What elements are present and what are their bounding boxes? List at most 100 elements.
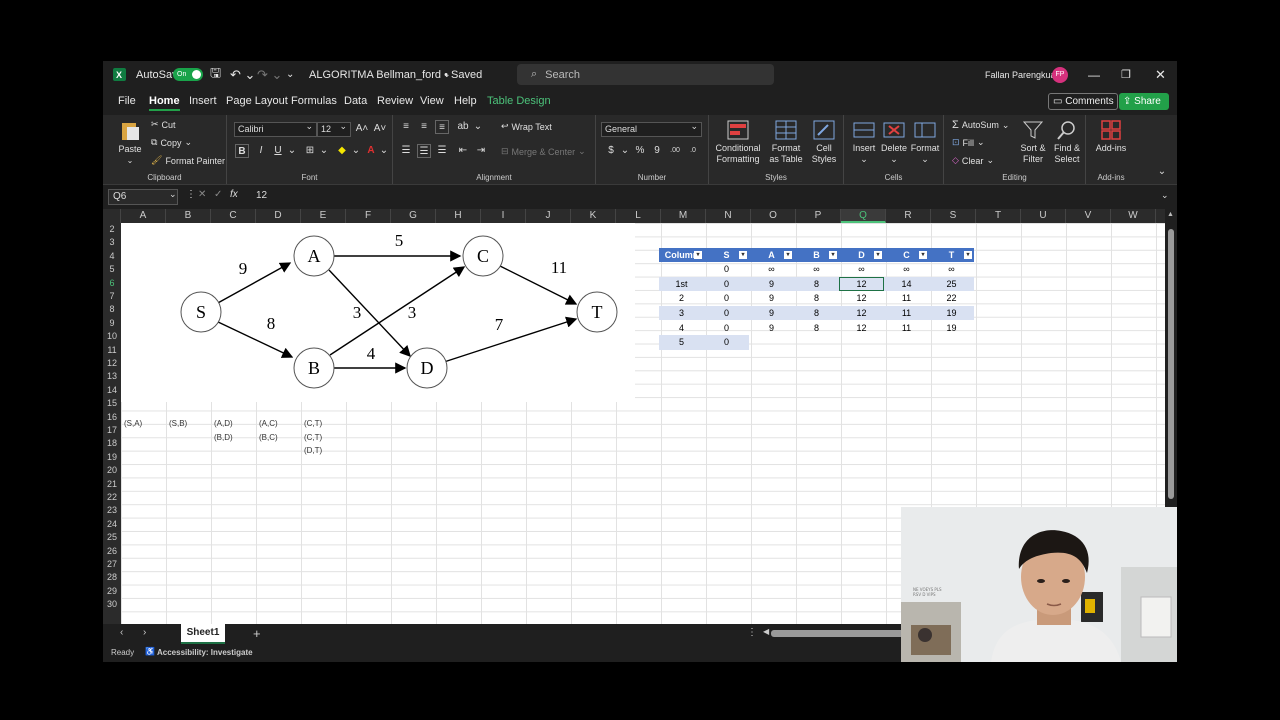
vertical-scroll-thumb[interactable] (1168, 229, 1174, 499)
row-header-24[interactable]: 24 (103, 518, 121, 531)
align-top-icon[interactable]: ≡ (399, 120, 413, 134)
table-cell[interactable]: 2 (659, 291, 704, 306)
table-cell[interactable]: 11 (884, 305, 929, 321)
add-sheet-button[interactable]: + (253, 626, 261, 641)
borders-dropdown-icon[interactable]: ⌄ (317, 144, 331, 158)
row-header-7[interactable]: 7 (103, 290, 121, 303)
copy-button[interactable]: ⧉ Copy ⌄ (151, 137, 192, 148)
align-middle-icon[interactable]: ≡ (417, 120, 431, 134)
autosave-toggle[interactable]: On (173, 68, 203, 81)
insert-cells-button[interactable]: Insert ⌄ (850, 120, 878, 165)
table-cell[interactable]: ∞ (929, 262, 974, 277)
table-cell[interactable]: 9 (749, 320, 794, 335)
cut-button[interactable]: ✂ Cut (151, 119, 176, 130)
table-cell[interactable]: ∞ (749, 262, 794, 277)
table-cell[interactable]: 11 (884, 291, 929, 306)
row-header-19[interactable]: 19 (103, 451, 121, 464)
select-all-corner[interactable] (103, 209, 121, 223)
comma-button[interactable]: 9 (650, 144, 664, 158)
row-header-16[interactable]: 16 (103, 411, 121, 424)
row-header-18[interactable]: 18 (103, 437, 121, 450)
table-cell[interactable]: 0 (704, 276, 749, 292)
fill-button[interactable]: ⊡ Fill ⌄ (952, 137, 985, 148)
name-box-dropdown-icon[interactable]: ⌄ (169, 189, 177, 200)
comments-button[interactable]: ▭ Comments (1048, 93, 1118, 110)
column-header-n[interactable]: N (706, 209, 751, 223)
increase-font-icon[interactable]: A˄ (355, 122, 369, 136)
table-cell[interactable]: 12 (839, 291, 884, 306)
edge-list-c2[interactable]: (B,D) (214, 433, 233, 442)
column-header-c[interactable]: C (211, 209, 256, 223)
search-input[interactable]: ⌕ Search (517, 64, 774, 85)
format-painter-button[interactable]: 🖌 Format Painter (151, 155, 225, 166)
font-color-dropdown-icon[interactable]: ⌄ (377, 144, 391, 158)
table-cell[interactable] (839, 335, 884, 350)
edge-list-c1[interactable]: (A,D) (214, 419, 233, 428)
font-family-select[interactable]: Calibri (234, 120, 317, 137)
tab-table-design[interactable]: Table Design (487, 95, 551, 107)
column-header-h[interactable]: H (436, 209, 481, 223)
avatar[interactable]: FP (1052, 66, 1068, 83)
insert-function-icon[interactable]: fx (230, 189, 238, 200)
wrap-text-button[interactable]: ↩ Wrap Text (501, 121, 552, 132)
column-header-u[interactable]: U (1021, 209, 1066, 223)
edge-list-d1[interactable]: (A,C) (259, 419, 278, 428)
orientation-icon[interactable]: ab (456, 120, 470, 134)
table-header-c[interactable]: C ▾ (884, 248, 929, 262)
minimize-icon[interactable]: — (1088, 61, 1100, 88)
row-header-27[interactable]: 27 (103, 558, 121, 571)
tab-home[interactable]: Home (149, 95, 180, 111)
table-header-b[interactable]: B ▾ (794, 248, 839, 262)
table-cell[interactable]: 12 (839, 276, 884, 292)
row-header-5[interactable]: 5 (103, 263, 121, 276)
accessibility-status[interactable]: Accessibility: Investigate (157, 648, 253, 657)
increase-indent-icon[interactable]: ⇥ (474, 144, 488, 158)
align-right-icon[interactable]: ☰ (435, 144, 449, 158)
row-header-3[interactable]: 3 (103, 236, 121, 249)
number-format-select[interactable]: General (601, 120, 702, 137)
name-box[interactable]: Q6 (108, 189, 178, 205)
row-header-25[interactable]: 25 (103, 531, 121, 544)
increase-decimal-icon[interactable]: .00 (668, 144, 682, 158)
font-size-select[interactable]: 12 (317, 120, 351, 137)
row-header-20[interactable]: 20 (103, 464, 121, 477)
column-header-j[interactable]: J (526, 209, 571, 223)
font-color-icon[interactable]: A (364, 144, 378, 158)
decrease-font-icon[interactable]: A˅ (373, 122, 387, 136)
decrease-decimal-icon[interactable]: .0 (686, 144, 700, 158)
graph-image[interactable]: S A B C D T 9 8 5 3 3 4 11 7 (121, 223, 635, 402)
row-header-4[interactable]: 4 (103, 250, 121, 263)
column-header-f[interactable]: F (346, 209, 391, 223)
table-cell[interactable]: 0 (704, 320, 749, 335)
column-header-o[interactable]: O (751, 209, 796, 223)
table-cell[interactable]: 0 (704, 262, 749, 277)
sort-filter-button[interactable]: Sort & Filter (1018, 120, 1048, 165)
tab-formulas[interactable]: Formulas (291, 95, 337, 107)
column-header-w[interactable]: W (1111, 209, 1156, 223)
row-header-17[interactable]: 17 (103, 424, 121, 437)
formula-bar-options-icon[interactable]: ⋮ (186, 189, 196, 200)
row-header-12[interactable]: 12 (103, 357, 121, 370)
table-cell[interactable]: 25 (929, 276, 974, 292)
table-cell[interactable]: ∞ (839, 262, 884, 277)
borders-icon[interactable]: ⊞ (303, 144, 317, 158)
decrease-indent-icon[interactable]: ⇤ (456, 144, 470, 158)
redo-icon[interactable]: ↷ ⌄ (257, 61, 282, 88)
row-header-28[interactable]: 28 (103, 571, 121, 584)
align-left-icon[interactable]: ☰ (399, 144, 413, 158)
row-header-9[interactable]: 9 (103, 317, 121, 330)
close-icon[interactable]: ✕ (1155, 61, 1166, 88)
edge-list-d2[interactable]: (B,C) (259, 433, 278, 442)
expand-formula-icon[interactable]: ⌄ (1161, 190, 1169, 201)
row-header-10[interactable]: 10 (103, 330, 121, 343)
customize-toolbar-icon[interactable]: ⌄ (286, 61, 294, 88)
row-header-15[interactable]: 15 (103, 397, 121, 410)
clear-button[interactable]: ◇ Clear ⌄ (952, 155, 994, 166)
table-cell[interactable]: 8 (794, 291, 839, 306)
table-cell[interactable]: 8 (794, 276, 839, 292)
italic-button[interactable]: I (254, 144, 268, 158)
share-button[interactable]: ⇪ Share (1119, 93, 1169, 110)
table-cell[interactable]: 9 (749, 276, 794, 292)
table-cell[interactable] (794, 335, 839, 350)
tab-help[interactable]: Help (454, 95, 477, 107)
